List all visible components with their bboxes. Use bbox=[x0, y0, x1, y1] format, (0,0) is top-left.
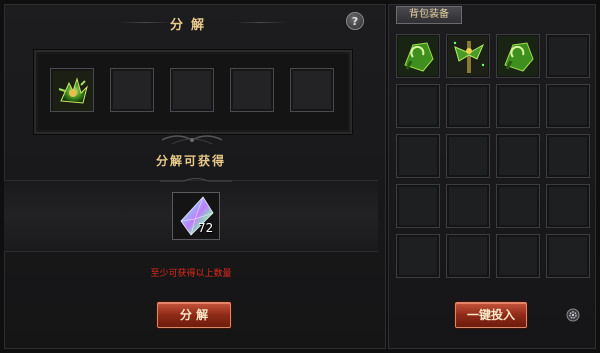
inventory-slot-19[interactable] bbox=[496, 234, 540, 278]
inventory-slot-15[interactable] bbox=[496, 184, 540, 228]
inventory-slot-17[interactable] bbox=[396, 234, 440, 278]
decompose-button[interactable]: 分 解 bbox=[157, 302, 231, 328]
reward-count: 72 bbox=[198, 221, 214, 235]
gear-icon[interactable] bbox=[566, 308, 580, 322]
inventory-slot-5[interactable] bbox=[396, 84, 440, 128]
inventory-slot-9[interactable] bbox=[396, 134, 440, 178]
inventory-slot-2[interactable] bbox=[446, 34, 490, 78]
inventory-slot-14[interactable] bbox=[446, 184, 490, 228]
ornament-divider bbox=[162, 135, 222, 145]
decompose-slot-5[interactable] bbox=[290, 68, 334, 112]
inventory-slot-20[interactable] bbox=[546, 234, 590, 278]
inventory-slot-3[interactable] bbox=[496, 34, 540, 78]
inventory-slot-10[interactable] bbox=[446, 134, 490, 178]
inventory-slot-1[interactable] bbox=[396, 34, 440, 78]
band-ornament bbox=[160, 178, 232, 182]
tab-bag-equipment[interactable]: 背包装备 bbox=[396, 6, 462, 24]
green-jade-bracer-icon bbox=[398, 36, 438, 76]
green-claw-equipment-icon bbox=[53, 71, 93, 111]
panel-title: 分解 bbox=[169, 18, 212, 33]
inventory-slot-13[interactable] bbox=[396, 184, 440, 228]
decompose-slot-3[interactable] bbox=[170, 68, 214, 112]
green-thorn-staff-icon bbox=[448, 36, 488, 76]
notice-text: 至少可获得以上数量 bbox=[150, 269, 232, 279]
inventory-slot-6[interactable] bbox=[446, 84, 490, 128]
inventory-slot-11[interactable] bbox=[496, 134, 540, 178]
green-jade-bracer-icon bbox=[498, 36, 538, 76]
inventory-slot-8[interactable] bbox=[546, 84, 590, 128]
put-all-button[interactable]: 一键投入 bbox=[455, 302, 527, 328]
inventory-slot-4[interactable] bbox=[546, 34, 590, 78]
decompose-slot-4[interactable] bbox=[230, 68, 274, 112]
inventory-slot-7[interactable] bbox=[496, 84, 540, 128]
inventory-slot-12[interactable] bbox=[546, 134, 590, 178]
inventory-slot-16[interactable] bbox=[546, 184, 590, 228]
decompose-slot-1[interactable] bbox=[50, 68, 94, 112]
decompose-slot-2[interactable] bbox=[110, 68, 154, 112]
inventory-slot-18[interactable] bbox=[446, 234, 490, 278]
help-button[interactable]: ? bbox=[346, 12, 364, 30]
result-label: 分解可获得 bbox=[155, 154, 226, 168]
